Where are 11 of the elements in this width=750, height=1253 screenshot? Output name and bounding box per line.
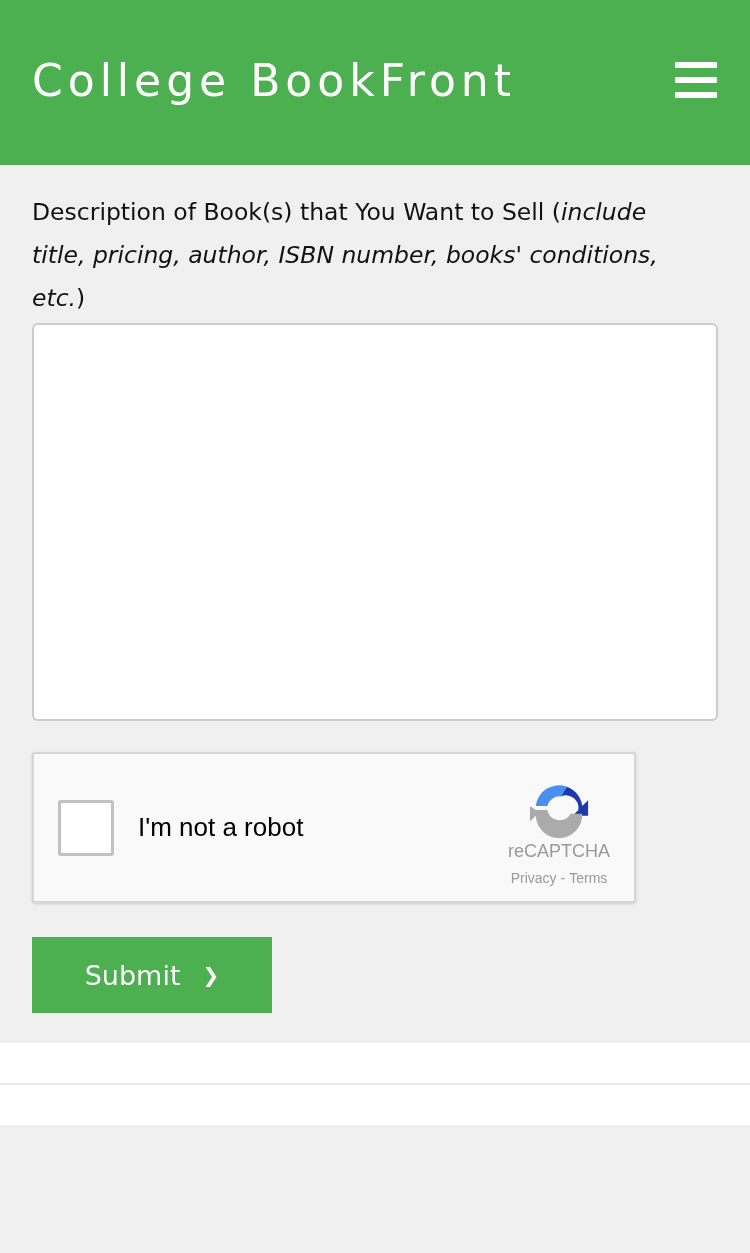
terms-link[interactable]: Terms bbox=[569, 870, 608, 886]
captcha-label: I'm not a robot bbox=[138, 812, 305, 843]
link-separator: - bbox=[560, 870, 566, 886]
privacy-link[interactable]: Privacy bbox=[510, 870, 557, 886]
description-field[interactable] bbox=[32, 323, 718, 721]
captcha-checkbox[interactable] bbox=[58, 799, 114, 856]
site-title[interactable]: College BookFront bbox=[32, 54, 516, 106]
field-label: Description of Book(s) that You Want to Sell (include title, pricing, author, ISBN number, books' conditions, etc.) bbox=[32, 197, 659, 314]
submit-button[interactable]: Submit ❯ bbox=[32, 937, 272, 1013]
captcha-brand: reCAPTCHA bbox=[508, 841, 610, 862]
menu-icon[interactable] bbox=[675, 62, 717, 98]
